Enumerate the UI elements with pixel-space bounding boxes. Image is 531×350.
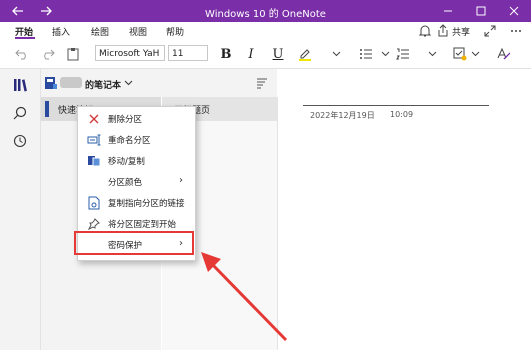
annotation-arrow xyxy=(201,252,288,342)
